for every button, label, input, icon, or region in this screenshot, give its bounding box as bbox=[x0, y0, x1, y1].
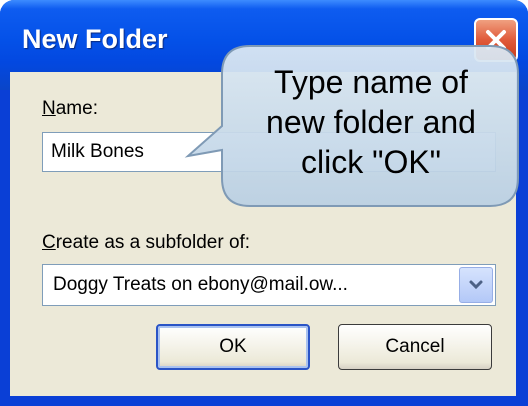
subfolder-label: Create as a subfolder of: bbox=[42, 232, 250, 254]
name-label-mnemonic: N bbox=[42, 98, 56, 119]
ok-button[interactable]: OK bbox=[156, 324, 310, 370]
chevron-down-icon bbox=[469, 280, 483, 290]
name-label-rest: ame: bbox=[55, 98, 98, 119]
close-icon bbox=[486, 30, 506, 50]
name-label: Name: bbox=[42, 98, 98, 120]
new-folder-dialog: New Folder Name: Create as a subfolder o… bbox=[0, 0, 528, 406]
close-button[interactable] bbox=[474, 18, 518, 62]
name-input[interactable] bbox=[42, 132, 496, 172]
subfolder-select-value: Doggy Treats on ebony@mail.ow... bbox=[53, 274, 348, 295]
dropdown-button[interactable] bbox=[459, 267, 493, 303]
subfolder-select[interactable]: Doggy Treats on ebony@mail.ow... bbox=[42, 264, 496, 306]
subfolder-label-mnemonic: C bbox=[42, 232, 56, 253]
subfolder-label-rest: reate as a subfolder of: bbox=[55, 232, 251, 253]
cancel-button[interactable]: Cancel bbox=[338, 324, 492, 370]
window-border bbox=[0, 396, 528, 406]
dialog-title: New Folder bbox=[22, 24, 168, 54]
